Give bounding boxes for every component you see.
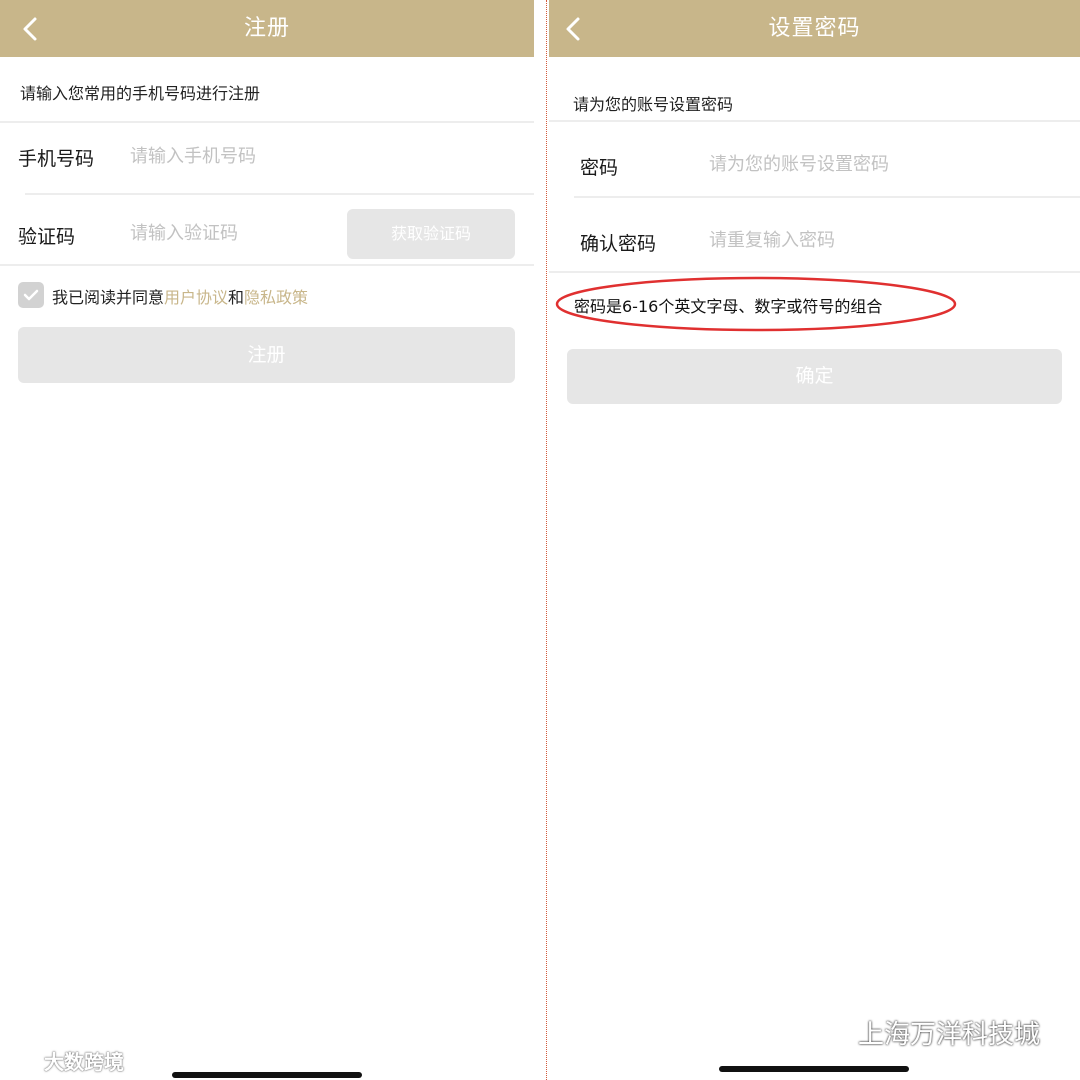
password-navbar: 设置密码 [549, 0, 1080, 57]
password-label: 密码 [580, 157, 619, 179]
watermark-left: 大数跨境 [8, 1046, 124, 1074]
privacy-policy-link[interactable]: 隐私政策 [244, 288, 308, 307]
wechat-icon [810, 1016, 851, 1048]
page-title: 注册 [243, 16, 290, 41]
code-label: 验证码 [18, 226, 76, 248]
divider [574, 196, 1080, 198]
weibo-icon [10, 1048, 44, 1071]
register-hint: 请输入您常用的手机号码进行注册 [20, 84, 261, 103]
agree-text: 我已阅读并同意用户协议和隐私政策 [52, 284, 308, 308]
register-screen: 注册 请输入您常用的手机号码进行注册 手机号码 验证码 获取验证码 我已阅读并同… [0, 0, 534, 1080]
agree-checkbox[interactable] [18, 282, 44, 308]
phone-input[interactable] [130, 141, 510, 171]
divider [25, 193, 534, 195]
confirm-password-label: 确认密码 [580, 233, 657, 255]
set-password-screen: 设置密码 请为您的账号设置密码 密码 确认密码 密码是6-16个英文字母、数字或… [549, 0, 1080, 1080]
page-title: 设置密码 [768, 16, 861, 41]
agree-prefix: 我已阅读并同意 [52, 288, 165, 307]
user-agreement-link[interactable]: 用户协议 [164, 288, 228, 307]
register-navbar: 注册 [0, 0, 534, 57]
home-indicator [172, 1072, 362, 1078]
agree-and: 和 [228, 288, 245, 307]
register-button[interactable]: 注册 [18, 327, 515, 383]
watermark-right: 上海万洋科技城 [810, 1012, 1040, 1052]
confirm-password-input[interactable] [709, 225, 1069, 255]
watermark-right-text: 上海万洋科技城 [858, 1019, 1041, 1050]
divider [549, 120, 1080, 122]
watermark-left-text: 大数跨境 [44, 1049, 124, 1074]
panel-divider [546, 0, 547, 1080]
phone-label: 手机号码 [18, 148, 95, 170]
divider [0, 121, 534, 123]
password-hint: 请为您的账号设置密码 [573, 95, 734, 114]
divider [0, 264, 534, 266]
home-indicator [719, 1066, 909, 1072]
confirm-button[interactable]: 确定 [567, 349, 1062, 404]
annotation-circle [555, 276, 957, 332]
code-input[interactable] [130, 218, 330, 248]
get-code-button[interactable]: 获取验证码 [347, 209, 515, 259]
divider [549, 271, 1080, 273]
checkmark-icon [23, 289, 39, 301]
password-input[interactable] [709, 149, 1069, 179]
